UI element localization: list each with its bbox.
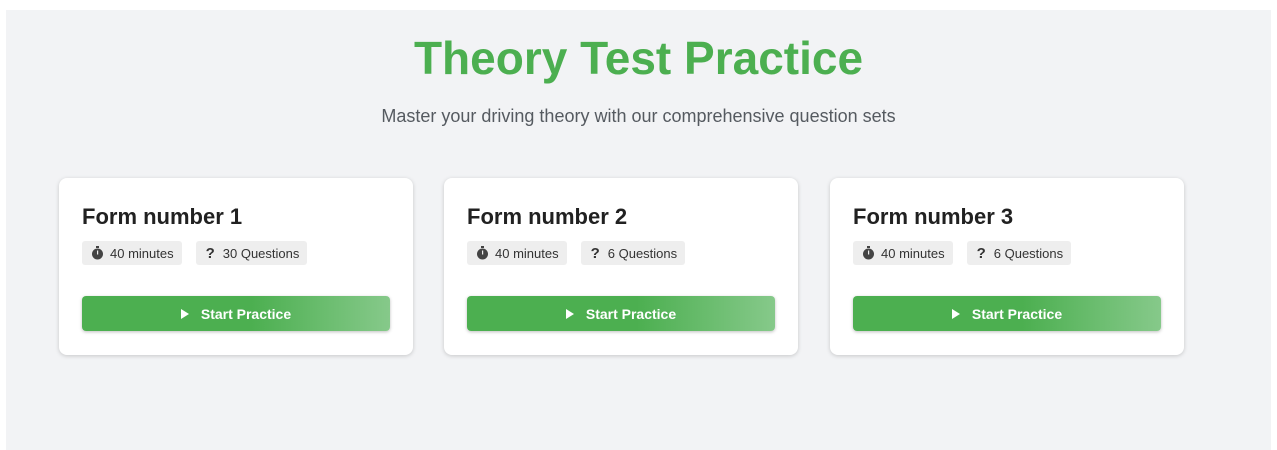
- stopwatch-icon: [90, 246, 104, 260]
- form-cards: Form number 1 40 minutes ? 30 Questions …: [59, 178, 1185, 356]
- question-mark-icon: ?: [205, 244, 215, 262]
- form-card-3: Form number 3 40 minutes ? 6 Questions S…: [830, 178, 1184, 355]
- questions-chip: ? 6 Questions: [580, 241, 686, 265]
- start-practice-label: Start Practice: [585, 305, 677, 322]
- form-card-2: Form number 2 40 minutes ? 6 Questions S…: [444, 178, 798, 355]
- form-card-meta: 40 minutes ? 6 Questions: [853, 241, 1072, 265]
- questions-chip: ? 30 Questions: [195, 241, 308, 265]
- form-card-meta: 40 minutes ? 6 Questions: [467, 241, 686, 265]
- stopwatch-icon: [861, 246, 875, 260]
- questions-chip: ? 6 Questions: [966, 241, 1072, 265]
- question-mark-icon: ?: [976, 244, 986, 262]
- play-icon: [951, 308, 960, 319]
- form-card-meta: 40 minutes ? 30 Questions: [82, 241, 308, 265]
- duration-label: 40 minutes: [495, 245, 559, 261]
- page-title: Theory Test Practice: [413, 32, 864, 84]
- form-card-title: Form number 3: [853, 204, 1014, 229]
- form-card-title: Form number 2: [467, 204, 628, 229]
- play-icon: [180, 308, 189, 319]
- questions-label: 6 Questions: [993, 245, 1064, 261]
- questions-label: 6 Questions: [607, 245, 678, 261]
- questions-label: 30 Questions: [222, 245, 300, 261]
- start-practice-label: Start Practice: [200, 305, 292, 322]
- duration-chip: 40 minutes: [853, 241, 953, 265]
- start-practice-button[interactable]: Start Practice: [853, 296, 1161, 331]
- form-card-1: Form number 1 40 minutes ? 30 Questions …: [59, 178, 413, 355]
- question-mark-icon: ?: [590, 244, 600, 262]
- duration-chip: 40 minutes: [82, 241, 182, 265]
- stopwatch-icon: [475, 246, 489, 260]
- start-practice-label: Start Practice: [971, 305, 1063, 322]
- start-practice-button[interactable]: Start Practice: [467, 296, 775, 331]
- duration-chip: 40 minutes: [467, 241, 567, 265]
- start-practice-button[interactable]: Start Practice: [82, 296, 390, 331]
- form-card-title: Form number 1: [82, 204, 243, 229]
- play-icon: [565, 308, 574, 319]
- main-panel: Theory Test Practice Master your driving…: [6, 10, 1271, 450]
- page-subtitle: Master your driving theory with our comp…: [381, 106, 896, 126]
- duration-label: 40 minutes: [881, 245, 945, 261]
- duration-label: 40 minutes: [110, 245, 174, 261]
